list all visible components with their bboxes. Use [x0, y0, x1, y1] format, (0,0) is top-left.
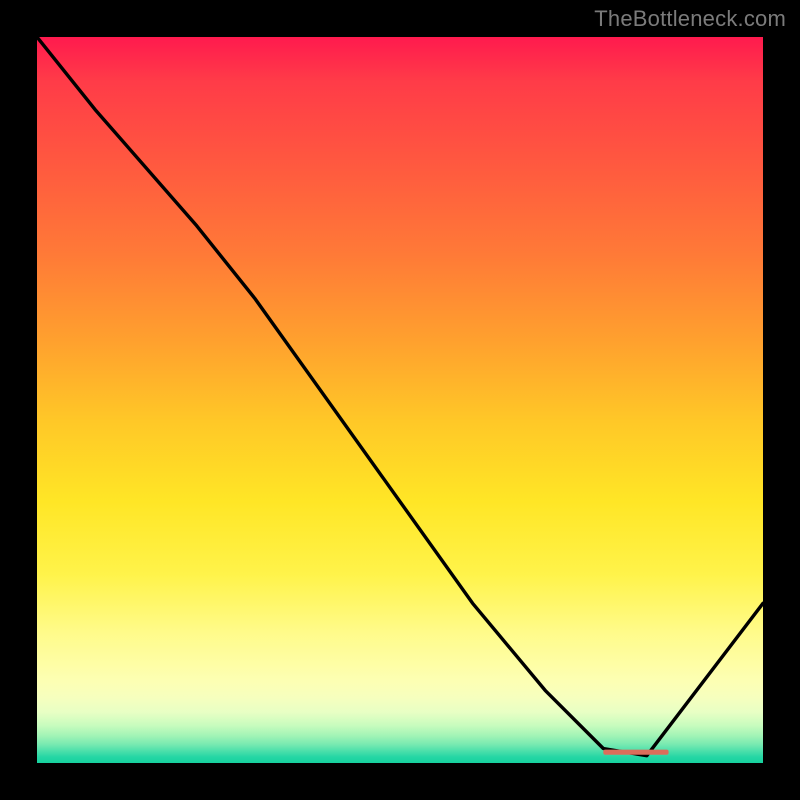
watermark-text: TheBottleneck.com — [594, 6, 786, 32]
plot-gradient-area — [37, 37, 763, 763]
chart-container: TheBottleneck.com — [0, 0, 800, 800]
